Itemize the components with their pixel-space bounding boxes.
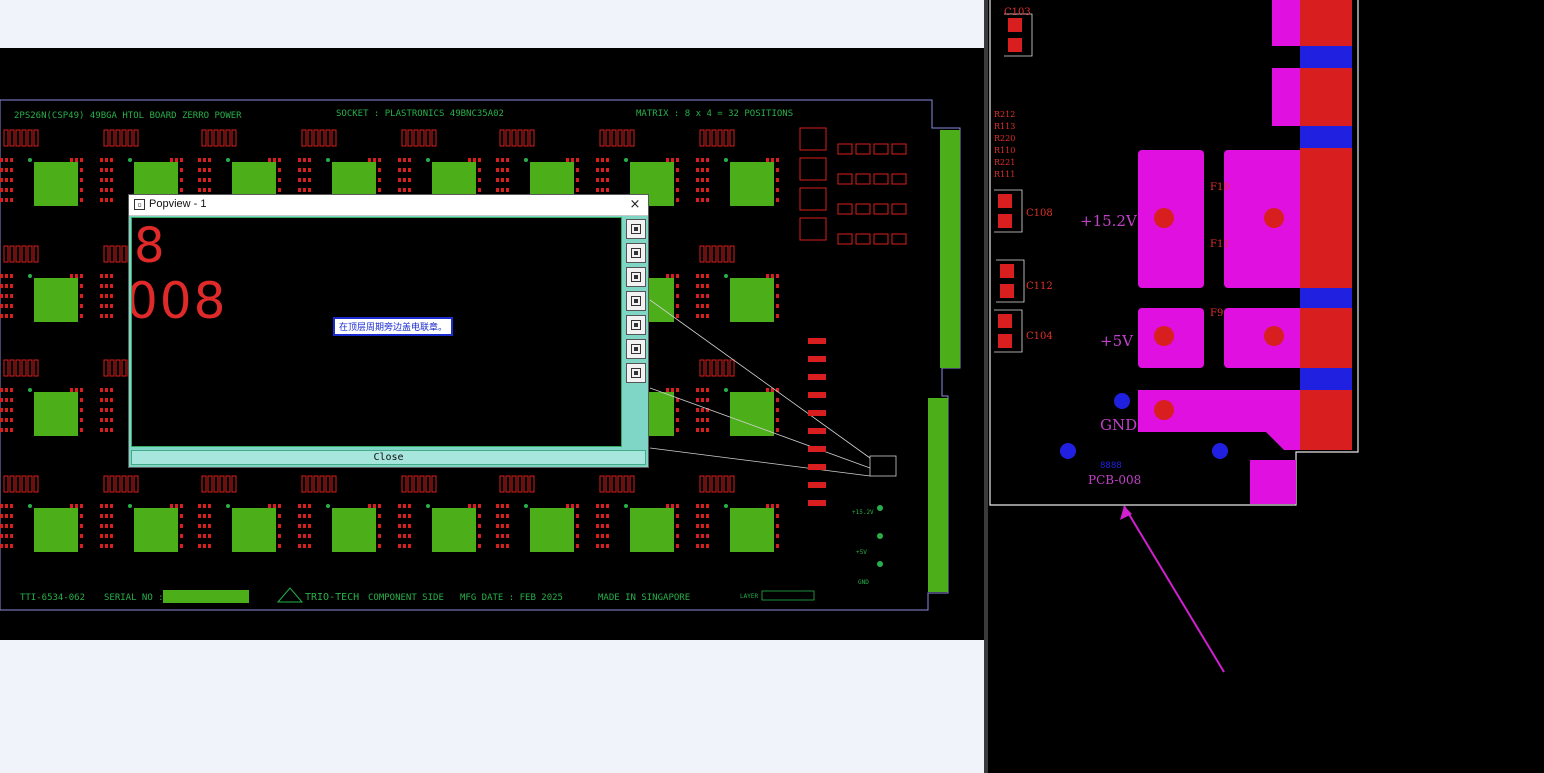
annotation-arrow-line bbox=[1123, 505, 1225, 673]
popview-digit-label: 8 bbox=[134, 218, 165, 274]
board-part-number: TTI-6534-062 bbox=[20, 593, 85, 603]
popview-title: Popview - 1 bbox=[149, 198, 207, 210]
popview-number-label: 008 bbox=[131, 272, 228, 330]
serial-number-box bbox=[163, 590, 249, 603]
pad-top-2-red bbox=[1300, 68, 1352, 126]
label-r220: R220 bbox=[994, 134, 1015, 143]
label-r110: R110 bbox=[994, 146, 1015, 155]
pad-bottom bbox=[1250, 460, 1296, 504]
board-rail-gnd: GND bbox=[858, 579, 869, 586]
board-header-left: 2PS26N(CSP49) 49BGA HTOL BOARD ZERRO POW… bbox=[14, 111, 242, 121]
close-button[interactable]: Close bbox=[131, 450, 646, 465]
board-serial-label: SERIAL NO : bbox=[104, 593, 164, 603]
popview-titlebar[interactable]: ▫ Popview - 1 × bbox=[129, 195, 648, 216]
rail-5v-red bbox=[1300, 308, 1352, 368]
via-5v-2 bbox=[1264, 326, 1284, 346]
board-component-side: COMPONENT SIDE bbox=[368, 593, 444, 603]
popview-window-icon: ▫ bbox=[134, 199, 145, 210]
board-header-right: MATRIX : 8 x 4 = 32 POSITIONS bbox=[636, 109, 793, 119]
gnd-red bbox=[1300, 390, 1352, 450]
pan-right-icon[interactable] bbox=[626, 315, 646, 335]
label-hash: 8888 bbox=[1100, 461, 1122, 471]
board-rail-15v: +15.2V bbox=[852, 509, 874, 516]
pad-top-1-red bbox=[1300, 0, 1352, 46]
label-f9: F9 bbox=[1210, 308, 1223, 319]
via-gnd bbox=[1154, 400, 1174, 420]
board-rail-5v: +5V bbox=[856, 549, 867, 556]
edge-connector-top bbox=[940, 130, 960, 368]
board-mfg-date: MFG DATE : FEB 2025 bbox=[460, 593, 563, 603]
label-c103: C103 bbox=[1004, 7, 1031, 18]
via-15v-2 bbox=[1264, 208, 1284, 228]
pan-left-icon[interactable] bbox=[626, 291, 646, 311]
board-logo-text: TRIO-TECH bbox=[305, 592, 359, 603]
popview-window[interactable]: ▫ Popview - 1 × 8 008 在顶层周期旁边盖电联章。 Close bbox=[128, 194, 649, 468]
pan-up-icon[interactable] bbox=[626, 243, 646, 263]
label-r212: R212 bbox=[994, 110, 1015, 119]
board-layer-label: LAYER bbox=[740, 593, 758, 600]
edge-connector-bottom bbox=[928, 398, 948, 592]
label-c112: C112 bbox=[1026, 281, 1053, 292]
blue-via-2 bbox=[1060, 443, 1076, 459]
label-f10: F10 bbox=[1210, 182, 1230, 193]
label-rail-5v: +5V bbox=[1100, 332, 1134, 350]
zoom-out-icon[interactable] bbox=[626, 363, 646, 383]
label-c104: C104 bbox=[1026, 331, 1053, 342]
popview-tooltip: 在顶层周期旁边盖电联章。 bbox=[333, 317, 454, 336]
pcb-detail-canvas[interactable]: C103 C108 C112 C104 R212 R113 R220 R110 … bbox=[988, 0, 1544, 773]
label-r113: R113 bbox=[994, 122, 1015, 131]
via-15v-1 bbox=[1154, 208, 1174, 228]
label-c108: C108 bbox=[1026, 208, 1053, 219]
label-rail-gnd: GND bbox=[1100, 416, 1137, 434]
zoom-in-icon[interactable] bbox=[626, 339, 646, 359]
blue-via-3 bbox=[1212, 443, 1228, 459]
label-r111: R111 bbox=[994, 170, 1015, 179]
popview-toolbar bbox=[624, 217, 648, 447]
rail-15v-red bbox=[1300, 148, 1352, 288]
pcb-detail-view[interactable]: C103 C108 C112 C104 R212 R113 R220 R110 … bbox=[988, 0, 1544, 773]
popview-canvas[interactable]: 8 008 在顶层周期旁边盖电联章。 bbox=[131, 217, 622, 447]
label-rail-15v: +15.2V bbox=[1080, 212, 1138, 230]
fit-view-icon[interactable] bbox=[626, 219, 646, 239]
via-5v-1 bbox=[1154, 326, 1174, 346]
pan-down-icon[interactable] bbox=[626, 267, 646, 287]
close-icon[interactable]: × bbox=[626, 196, 644, 214]
blue-via-1 bbox=[1114, 393, 1130, 409]
label-pcb-number: PCB-008 bbox=[1088, 473, 1141, 487]
board-header-mid: SOCKET : PLASTRONICS 49BNC35A02 bbox=[336, 109, 504, 119]
label-r221: R221 bbox=[994, 158, 1015, 167]
board-made-in: MADE IN SINGAPORE bbox=[598, 593, 690, 603]
label-f11: F11 bbox=[1210, 239, 1230, 250]
capacitor-footprints bbox=[994, 13, 1033, 353]
